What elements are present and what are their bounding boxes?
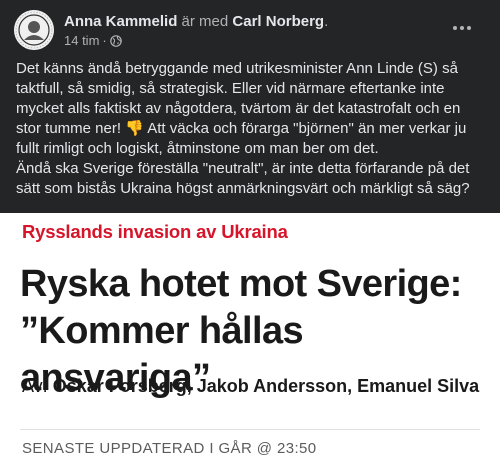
with-text: är med — [181, 13, 229, 30]
article-byline: Av: Oskar Forsberg, Jakob Andersson, Ema… — [22, 375, 492, 398]
facebook-post: Anna Kammelid är med Carl Norberg. 14 ti… — [0, 0, 500, 213]
post-meta: 14 tim · — [64, 33, 122, 49]
avatar-image — [14, 10, 54, 50]
author-name[interactable]: Anna Kammelid — [64, 13, 177, 30]
author-line: Anna Kammelid är med Carl Norberg. — [64, 12, 328, 32]
article-section-label: Rysslands invasion av Ukraina — [22, 221, 288, 242]
tagged-name[interactable]: Carl Norberg — [232, 13, 324, 30]
meta-separator: · — [102, 33, 107, 48]
post-header: Anna Kammelid är med Carl Norberg. 14 ti… — [14, 10, 490, 54]
author-avatar[interactable] — [14, 10, 54, 50]
more-options-icon — [453, 26, 471, 30]
globe-icon — [109, 35, 122, 47]
byline-authors: Oskar Forsberg, Jakob Andersson, Emanuel… — [52, 376, 480, 396]
more-options-button[interactable] — [444, 14, 480, 42]
post-body: Det känns ändå betryggande med utrikesmi… — [16, 59, 486, 199]
post-timestamp[interactable]: 14 tim — [64, 33, 99, 49]
byline-prefix: Av: — [22, 376, 53, 396]
post-body-text: Det känns ändå betryggande med utrikesmi… — [16, 60, 470, 197]
article-screenshot: Rysslands invasion av Ukraina Ryska hote… — [0, 213, 500, 475]
article-updated-timestamp: SENASTE UPPDATERAD I GÅR @ 23:50 — [22, 440, 317, 457]
article-divider — [20, 429, 480, 430]
tagged-suffix: . — [324, 13, 329, 30]
